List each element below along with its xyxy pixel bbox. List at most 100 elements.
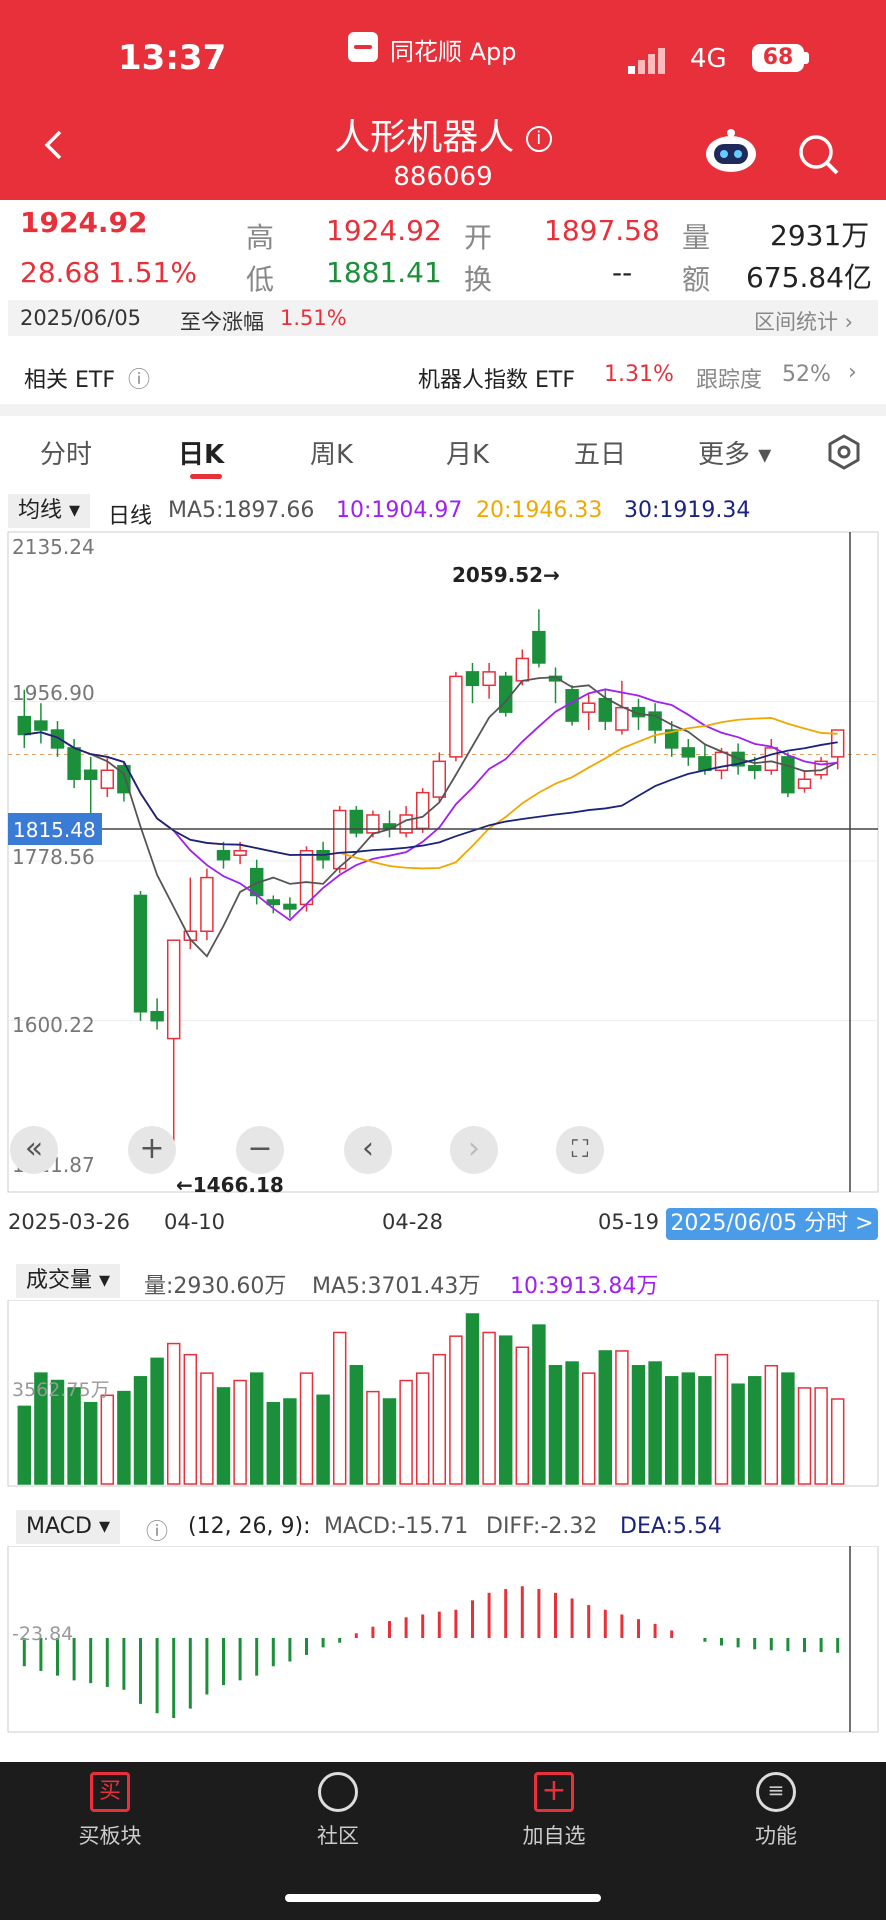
date-row: 2025/06/05 至今涨幅 1.51% 区间统计 › xyxy=(8,300,878,336)
turnover-label: 换 xyxy=(464,263,493,296)
volume-bar xyxy=(648,1361,662,1485)
volume-bar xyxy=(150,1357,164,1485)
settings-hex-icon[interactable] xyxy=(826,434,862,470)
volume-bar xyxy=(681,1372,696,1485)
robot-assistant-icon[interactable] xyxy=(704,128,758,174)
kline-chart[interactable]: 2135.24 1956.90 1815.48 1778.56 1600.22 … xyxy=(0,530,886,1200)
tab-weekly-k[interactable]: 周K xyxy=(310,434,353,471)
battery-icon: 68 xyxy=(752,44,804,72)
volume-bar xyxy=(67,1387,81,1485)
volume-ma10: 10:3913.84万 xyxy=(510,1274,659,1299)
menu-icon: ≡ xyxy=(756,1772,796,1812)
track-value: 52% xyxy=(782,362,831,387)
amount-label: 额 xyxy=(682,263,711,296)
tab-monthly-k[interactable]: 月K xyxy=(446,434,489,471)
candle-body xyxy=(266,899,281,906)
ma30-line xyxy=(24,731,838,856)
date-label: 04-10 xyxy=(164,1210,226,1234)
help-icon[interactable]: ⓘ xyxy=(146,1514,168,1546)
volume-bar xyxy=(17,1405,32,1485)
indicator-dropdown[interactable]: 均线 ▾ xyxy=(8,494,91,528)
macd-frame xyxy=(7,1546,879,1733)
volume-bar xyxy=(366,1390,380,1485)
candle-body xyxy=(764,747,779,772)
volume-bar xyxy=(382,1398,397,1485)
volume-bar xyxy=(532,1324,546,1485)
search-icon[interactable] xyxy=(796,132,840,176)
buy-icon: 买 xyxy=(90,1772,130,1812)
volume-bar xyxy=(299,1372,314,1485)
scroll-right-icon[interactable]: › xyxy=(450,1126,498,1174)
zoom-in-icon[interactable]: + xyxy=(128,1126,176,1174)
volume-bar xyxy=(565,1361,579,1485)
volume-bar xyxy=(399,1379,413,1485)
macd-legend: MACD ▾ ⓘ (12, 26, 9): MACD:-15.71 DIFF:-… xyxy=(0,1510,886,1546)
axis-p2: 1956.90 xyxy=(12,681,95,705)
nav-buy-sector[interactable]: 买买板块 xyxy=(50,1772,170,1850)
candle-body xyxy=(498,675,513,713)
volume-bar xyxy=(631,1364,646,1485)
high-value: 1924.92 xyxy=(326,214,442,247)
range-stats-button[interactable]: 区间统计 › xyxy=(754,306,853,336)
tab-more[interactable]: 更多 ▾ xyxy=(698,434,771,471)
candle-body xyxy=(50,729,65,749)
macd-dropdown[interactable]: MACD ▾ xyxy=(16,1510,120,1544)
help-icon[interactable]: ⓘ xyxy=(128,362,150,394)
volume-bar xyxy=(449,1335,463,1485)
add-icon: + xyxy=(534,1772,574,1812)
volume-bar xyxy=(731,1383,745,1485)
nav-add-watchlist[interactable]: + 加自选 xyxy=(494,1772,614,1850)
candle-body xyxy=(332,809,347,870)
divider xyxy=(0,404,886,416)
volume-bar xyxy=(200,1372,214,1485)
scroll-left-icon[interactable]: ‹ xyxy=(344,1126,392,1174)
volume-bar xyxy=(83,1401,98,1485)
candles xyxy=(17,609,845,1142)
candle-body xyxy=(100,769,115,789)
ma30-value: 30:1919.34 xyxy=(624,498,751,523)
candle-body xyxy=(781,756,795,794)
nav-community[interactable]: 社区 xyxy=(278,1772,398,1850)
high-label: 高 xyxy=(246,221,275,254)
candle-body xyxy=(482,671,496,687)
volume-bar xyxy=(133,1376,148,1485)
zoom-minus-icon[interactable]: − xyxy=(236,1126,284,1174)
volume-bar xyxy=(332,1331,347,1485)
candle-body xyxy=(150,1010,164,1022)
etf-row[interactable]: 相关 ETF ⓘ 机器人指数 ETF 1.31% 跟踪度 52% › xyxy=(0,350,886,404)
candle-body xyxy=(415,791,430,830)
low-marker: ←1466.18 xyxy=(176,1173,284,1197)
active-tab-indicator xyxy=(190,474,222,479)
chevron-right-icon: › xyxy=(848,360,857,385)
volume-bar xyxy=(166,1342,181,1485)
intraday-button[interactable]: 2025/06/05 分时 > xyxy=(666,1208,878,1240)
high-marker: 2059.52→ xyxy=(452,563,560,587)
ma10-value: 10:1904.97 xyxy=(336,498,463,523)
tab-fenshi[interactable]: 分时 xyxy=(40,434,92,471)
zoom-out-range-icon[interactable]: « xyxy=(10,1126,58,1174)
candle-body xyxy=(17,715,32,736)
candle-body xyxy=(366,814,380,834)
volume-bar xyxy=(266,1401,281,1485)
volume-bar xyxy=(316,1394,330,1485)
price-change: 28.68 xyxy=(20,256,101,289)
price-change-pct: 1.51% xyxy=(108,256,197,289)
nav-functions[interactable]: ≡ 功能 xyxy=(716,1772,836,1850)
volume-bar xyxy=(714,1353,729,1485)
etf-name: 机器人指数 ETF xyxy=(418,368,575,393)
macd-value: MACD:-15.71 xyxy=(324,1514,469,1539)
candle-body xyxy=(747,765,762,772)
volume-bar xyxy=(747,1376,762,1485)
volume-dropdown[interactable]: 成交量 ▾ xyxy=(16,1264,121,1298)
tab-daily-k[interactable]: 日K xyxy=(178,434,224,471)
crosshair-price: 1815.48 xyxy=(13,818,96,842)
gain-value: 1.51% xyxy=(280,306,347,330)
tab-five-day[interactable]: 五日 xyxy=(574,434,626,471)
axis-p3: 1778.56 xyxy=(12,845,95,869)
fullscreen-icon[interactable]: ⛶ xyxy=(556,1126,604,1174)
low-value: 1881.41 xyxy=(326,256,442,289)
volume-ma5: MA5:3701.43万 xyxy=(312,1274,481,1299)
info-icon[interactable]: i xyxy=(525,126,552,152)
axis-p4: 1600.22 xyxy=(12,1013,95,1037)
amount-value: 675.84亿 xyxy=(746,261,872,294)
